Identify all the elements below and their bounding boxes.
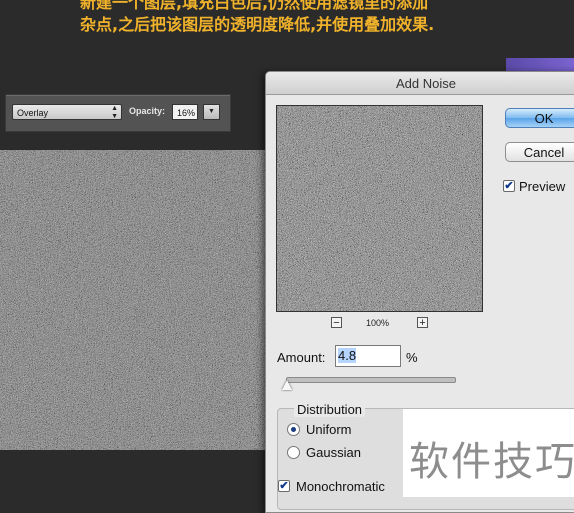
chevron-down-icon: ▼ xyxy=(208,108,215,115)
watermark-text: 软件技巧 xyxy=(409,439,574,485)
opacity-slider-dropdown[interactable]: ▼ xyxy=(203,104,220,120)
amount-label: Amount: xyxy=(277,350,326,365)
uniform-label[interactable]: Uniform xyxy=(306,422,352,437)
preview-checkbox[interactable]: ✔ xyxy=(503,180,515,192)
dialog-titlebar[interactable]: Add Noise xyxy=(266,72,574,95)
amount-slider[interactable] xyxy=(286,377,456,383)
layers-panel-bar: Overlay ▲ ▼ Opacity: 16% ▼ xyxy=(5,94,231,132)
up-down-arrows-icon: ▲ ▼ xyxy=(111,105,118,120)
distribution-label: Distribution xyxy=(294,402,366,417)
document-canvas[interactable] xyxy=(0,150,270,450)
gaussian-radio[interactable] xyxy=(287,446,300,459)
filter-preview[interactable] xyxy=(276,105,483,312)
amount-value: 4.8 xyxy=(338,348,357,363)
amount-unit: % xyxy=(406,350,418,365)
blend-mode-value: Overlay xyxy=(17,108,49,118)
amount-input[interactable]: 4.8 xyxy=(335,345,401,367)
zoom-level: 100% xyxy=(366,318,390,328)
opacity-label: Opacity: xyxy=(129,106,166,116)
dialog-title: Add Noise xyxy=(396,76,456,91)
monochromatic-label[interactable]: Monochromatic xyxy=(296,479,385,494)
zoom-in-button[interactable]: + xyxy=(417,317,428,329)
ok-button[interactable]: OK xyxy=(505,108,574,128)
cancel-button[interactable]: Cancel xyxy=(505,142,574,162)
opacity-input[interactable]: 16% xyxy=(172,104,198,120)
preview-noise-image xyxy=(277,106,482,311)
noise-image xyxy=(0,150,270,450)
preview-label: Preview xyxy=(519,179,566,194)
amount-slider-thumb[interactable] xyxy=(282,380,292,390)
gaussian-label[interactable]: Gaussian xyxy=(306,445,361,460)
watermark: 软件技巧 xyxy=(403,409,574,497)
instruction-caption: 新建一个图层,填充白色后,仍然使用滤镜里的添加 杂点,之后把该图层的透明度降低,… xyxy=(0,0,574,60)
caption-line-1: 新建一个图层,填充白色后,仍然使用滤镜里的添加 xyxy=(80,0,429,12)
checkmark-icon: ✔ xyxy=(504,180,514,192)
zoom-out-button[interactable]: − xyxy=(331,317,342,329)
caption-line-2: 杂点,之后把该图层的透明度降低,并使用叠加效果. xyxy=(80,15,435,34)
checkmark-icon: ✔ xyxy=(279,480,289,492)
monochromatic-checkbox[interactable]: ✔ xyxy=(278,480,290,492)
blend-mode-select[interactable]: Overlay ▲ ▼ xyxy=(12,104,122,120)
uniform-radio[interactable] xyxy=(287,423,300,436)
